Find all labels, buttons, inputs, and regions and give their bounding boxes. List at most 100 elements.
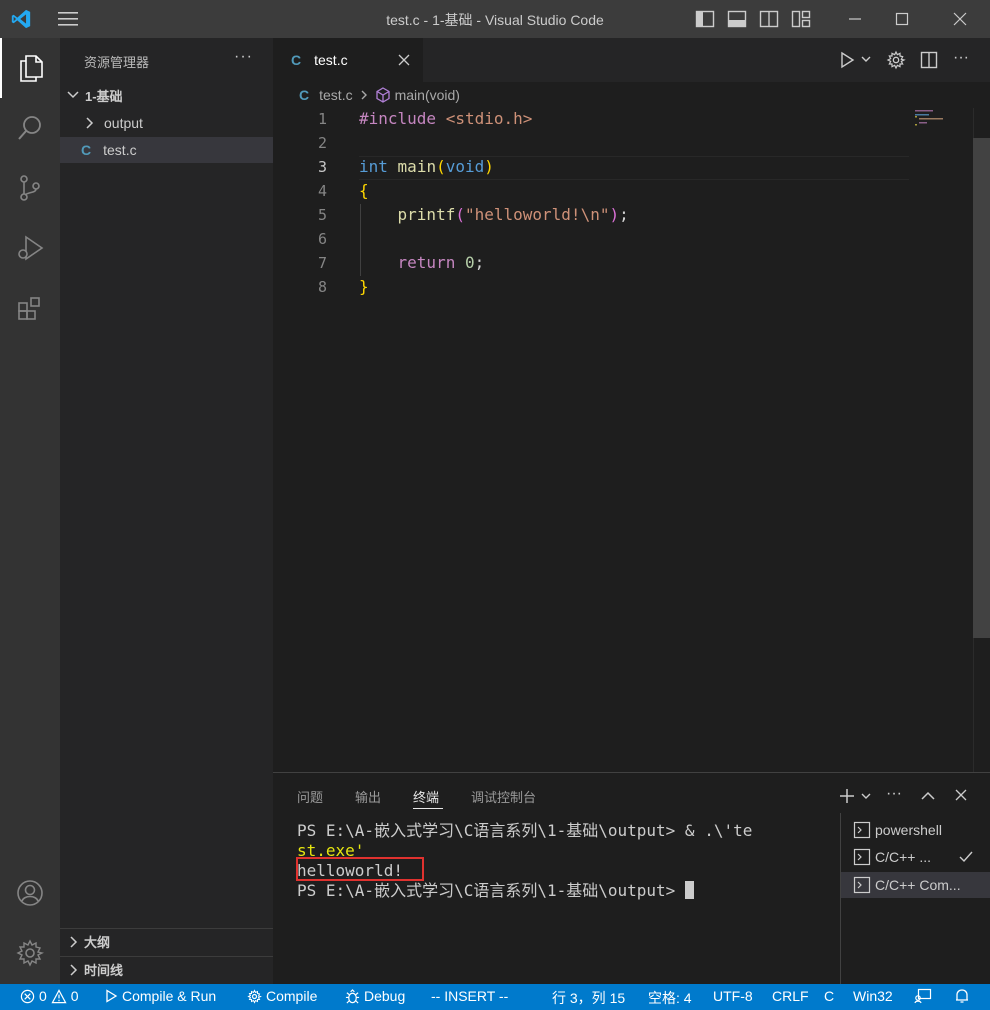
tab-terminal[interactable]: 终端: [413, 787, 439, 806]
bell-icon: [956, 989, 968, 1003]
chevron-right-icon: [361, 90, 367, 100]
chevron-right-icon: [86, 117, 94, 129]
compile-run-button[interactable]: Compile & Run: [104, 988, 216, 1004]
cursor-position-label: 行 3，列 15: [552, 990, 626, 1006]
code-token: ;: [474, 253, 485, 272]
code-token: "helloworld!\n": [464, 205, 610, 224]
chevron-down-icon[interactable]: [860, 53, 872, 65]
minimize-button[interactable]: [832, 0, 878, 38]
terminal-line: PS E:\A-嵌入式学习\C语言系列\1-基础\output>: [297, 881, 837, 901]
code-line-4: {: [359, 181, 369, 200]
code-editor[interactable]: 1 2 3 4 5 6 7 8 #include <stdio.h> int m…: [273, 108, 909, 772]
debug-button[interactable]: Debug: [345, 988, 405, 1004]
code-line-8: }: [359, 277, 369, 296]
run-debug-activity[interactable]: [0, 218, 60, 278]
platform-config[interactable]: Win32: [853, 988, 893, 1004]
cursor-position[interactable]: 行 3，列 15: [552, 988, 625, 1008]
outline-section[interactable]: 大纲: [60, 928, 273, 954]
settings-gear-icon[interactable]: [886, 50, 906, 70]
end-of-line[interactable]: CRLF: [772, 988, 809, 1004]
search-icon: [18, 116, 41, 140]
code-token: int: [359, 157, 388, 176]
chevron-up-icon[interactable]: [920, 788, 936, 804]
debug-label: Debug: [364, 988, 406, 1004]
language-label: C: [824, 988, 835, 1004]
tab-output[interactable]: 输出: [355, 787, 381, 806]
search-activity[interactable]: [0, 98, 60, 158]
folder-root[interactable]: 1-基础: [60, 82, 273, 108]
tab-debug-console[interactable]: 调试控制台: [471, 787, 536, 806]
minimap-preview: [915, 110, 943, 126]
folder-root-label: 1-基础: [85, 88, 123, 104]
close-panel-icon[interactable]: [954, 788, 968, 802]
encoding[interactable]: UTF-8: [713, 988, 753, 1004]
toggle-panel-icon[interactable]: [726, 8, 748, 30]
editor-more-actions[interactable]: ···: [953, 49, 969, 67]
check-icon: [959, 851, 973, 863]
minimize-icon: [849, 18, 861, 20]
breadcrumb-file[interactable]: test.c: [319, 87, 352, 103]
notifications-button[interactable]: [954, 988, 970, 1004]
tree-item-test-c[interactable]: C test.c: [60, 137, 273, 163]
play-icon: [106, 989, 118, 1003]
vim-mode-label: -- INSERT --: [431, 988, 509, 1004]
split-editor-icon[interactable]: [920, 51, 938, 69]
terminal-item-label: C/C++ Com...: [875, 877, 961, 893]
terminal-item-cpp-2[interactable]: C/C++ Com...: [841, 872, 990, 898]
chevron-down-icon: [67, 91, 79, 99]
terminal-item-cpp-1[interactable]: C/C++ ...: [841, 844, 990, 870]
terminal-item-powershell[interactable]: powershell: [841, 817, 990, 843]
code-token: }: [359, 277, 369, 296]
highlight-box: [296, 857, 424, 881]
line-number: 3: [317, 158, 327, 176]
tab-test-c[interactable]: C test.c: [273, 38, 423, 82]
close-window-button[interactable]: [937, 0, 983, 38]
run-icon[interactable]: [839, 51, 855, 69]
breadcrumb: C test.c main(void): [273, 82, 990, 108]
timeline-section[interactable]: 时间线: [60, 956, 273, 982]
feedback-button[interactable]: [914, 988, 932, 1004]
breadcrumb-symbol[interactable]: main(void): [395, 87, 460, 103]
plus-icon[interactable]: [838, 787, 856, 805]
close-icon: [953, 12, 967, 26]
chevron-right-icon: [70, 963, 78, 976]
maximize-button[interactable]: [879, 0, 925, 38]
tree-item-output[interactable]: output: [60, 110, 273, 136]
tab-problems[interactable]: 问题: [297, 787, 323, 806]
compile-run-label: Compile & Run: [122, 988, 217, 1004]
compile-button[interactable]: Compile: [247, 988, 317, 1004]
title-bar: test.c - 1-基础 - Visual Studio Code: [0, 0, 990, 38]
code-token: return: [397, 253, 456, 272]
manage-activity[interactable]: [0, 923, 60, 983]
language-mode[interactable]: C: [824, 988, 834, 1004]
line-number: 6: [317, 230, 327, 248]
indentation[interactable]: 空格: 4: [648, 988, 692, 1008]
run-debug-icon: [18, 235, 44, 261]
terminal-cursor: [684, 881, 694, 899]
terminal-list: powershell C/C++ ... C/C++ Com...: [840, 813, 990, 985]
code-token: void: [445, 157, 485, 176]
editor-scrollbar[interactable]: [973, 138, 990, 638]
accounts-activity[interactable]: [0, 863, 60, 923]
code-token: (: [436, 157, 446, 176]
line-number: 7: [317, 254, 327, 272]
code-token: {: [359, 181, 369, 200]
status-bar: 0 0 Compile & Run Compile Debug -- INSER…: [0, 984, 990, 1010]
chevron-down-icon[interactable]: [860, 790, 872, 802]
indentation-label: 空格: 4: [648, 990, 692, 1006]
code-token: #include: [359, 109, 437, 128]
toggle-primary-sidebar-icon[interactable]: [694, 8, 716, 30]
code-token: 0: [464, 253, 475, 272]
close-tab-icon[interactable]: [397, 53, 411, 67]
explorer-more-actions[interactable]: ···: [234, 48, 253, 66]
source-control-activity[interactable]: [0, 158, 60, 218]
extensions-activity[interactable]: [0, 278, 60, 338]
minimap[interactable]: [909, 108, 973, 772]
toggle-secondary-sidebar-icon[interactable]: [758, 8, 780, 30]
problems-status[interactable]: 0 0: [20, 988, 79, 1004]
explorer-activity[interactable]: [0, 38, 60, 98]
panel-more-actions[interactable]: ···: [886, 785, 902, 803]
customize-layout-icon[interactable]: [790, 8, 812, 30]
terminal-text: PS E:\A-嵌入式学习\C语言系列\1-基础\output>: [297, 881, 685, 900]
account-icon: [17, 880, 43, 906]
